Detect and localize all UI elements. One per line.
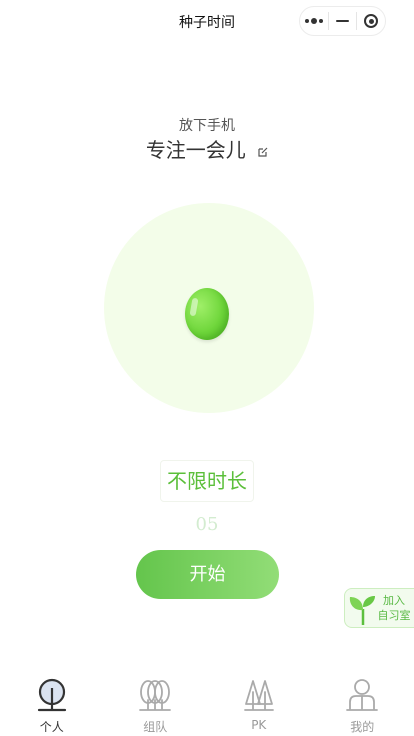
tab-label: 个人 bbox=[39, 720, 64, 734]
focus-subtitle: 放下手机 bbox=[179, 118, 235, 134]
tab-team[interactable]: 组队 bbox=[104, 668, 208, 736]
tab-label: 组队 bbox=[143, 720, 168, 734]
tab-label: 我的 bbox=[350, 720, 375, 734]
edit-icon[interactable] bbox=[258, 147, 268, 157]
pine-trees-icon bbox=[243, 680, 274, 711]
duration-selector[interactable]: 不限时长 bbox=[160, 460, 254, 502]
timer-display: 05 bbox=[195, 514, 219, 535]
tree-icon bbox=[37, 678, 66, 712]
focus-headline-row[interactable]: 专注一会儿 bbox=[0, 134, 414, 163]
close-button[interactable] bbox=[357, 7, 385, 35]
join-study-room-button[interactable]: 加入 自习室 bbox=[344, 588, 414, 628]
seed-icon bbox=[185, 288, 229, 340]
tab-bar: 个人 组队 PK 我的 bbox=[0, 668, 414, 736]
person-icon bbox=[346, 679, 379, 711]
tab-label: PK bbox=[251, 718, 267, 732]
join-label: 加入 自习室 bbox=[373, 593, 414, 623]
tab-personal[interactable]: 个人 bbox=[0, 668, 104, 736]
start-button[interactable]: 开始 bbox=[136, 550, 279, 599]
more-dots-icon bbox=[304, 18, 323, 24]
team-trees-icon bbox=[139, 680, 172, 711]
more-button[interactable] bbox=[300, 7, 328, 35]
mini-program-capsule bbox=[299, 6, 386, 36]
minimize-button[interactable] bbox=[329, 7, 357, 35]
focus-headline: 专注一会儿 bbox=[145, 138, 246, 162]
join-label-line1: 加入 bbox=[383, 594, 405, 607]
target-icon bbox=[364, 14, 379, 28]
tab-mine[interactable]: 我的 bbox=[311, 668, 414, 736]
minus-icon bbox=[336, 20, 349, 22]
join-label-line2: 自习室 bbox=[377, 609, 411, 622]
tab-pk[interactable]: PK bbox=[207, 668, 311, 736]
